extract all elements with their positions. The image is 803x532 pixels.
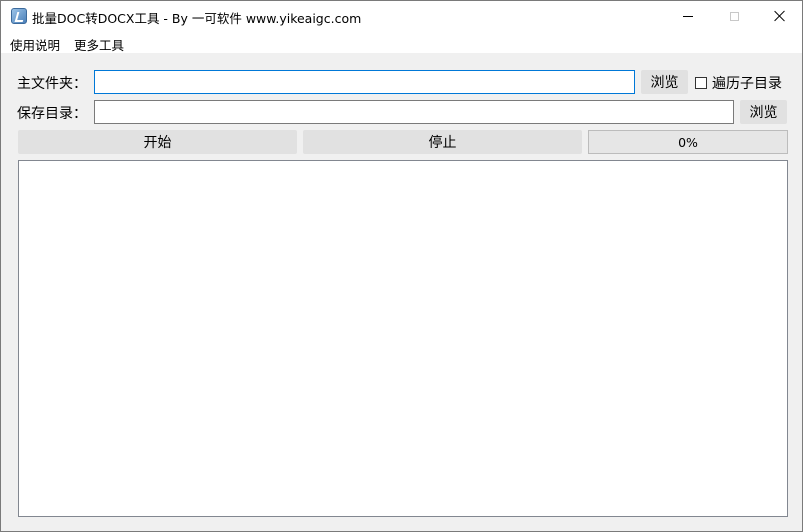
log-output-area[interactable] (18, 160, 788, 517)
close-button[interactable] (757, 1, 802, 31)
save-dir-label: 保存目录： (17, 106, 87, 122)
close-icon (774, 10, 786, 22)
menu-item-more-tools[interactable]: 更多工具 (74, 35, 124, 54)
main-folder-label: 主文件夹： (17, 76, 87, 92)
window-title: 批量DOC转DOCX工具 - By 一可软件 www.yikeaigc.com (32, 11, 362, 26)
save-dir-input[interactable] (94, 100, 734, 124)
maximize-icon (729, 11, 739, 21)
recursive-checkbox-label[interactable]: 遍历子目录 (712, 73, 782, 93)
progress-text: 0% (678, 134, 698, 150)
stop-button[interactable]: 停止 (303, 130, 582, 154)
progress-bar: 0% (588, 130, 788, 154)
minimize-button[interactable] (665, 1, 711, 31)
menu-bar: 使用说明 更多工具 (1, 31, 802, 53)
maximize-button[interactable] (711, 1, 757, 31)
recursive-subdir-toggle[interactable]: 遍历子目录 (695, 73, 782, 93)
app-window: 批量DOC转DOCX工具 - By 一可软件 www.yikeaigc.com … (0, 0, 803, 532)
minimize-icon (683, 15, 693, 17)
browse-save-dir-button[interactable]: 浏览 (740, 100, 787, 124)
recursive-checkbox[interactable] (695, 77, 707, 89)
menu-item-help[interactable]: 使用说明 (10, 35, 60, 54)
title-bar[interactable]: 批量DOC转DOCX工具 - By 一可软件 www.yikeaigc.com (1, 1, 802, 31)
app-logo-icon (11, 8, 27, 24)
main-folder-input[interactable] (94, 70, 635, 94)
browse-main-folder-button[interactable]: 浏览 (641, 70, 688, 94)
start-button[interactable]: 开始 (18, 130, 297, 154)
